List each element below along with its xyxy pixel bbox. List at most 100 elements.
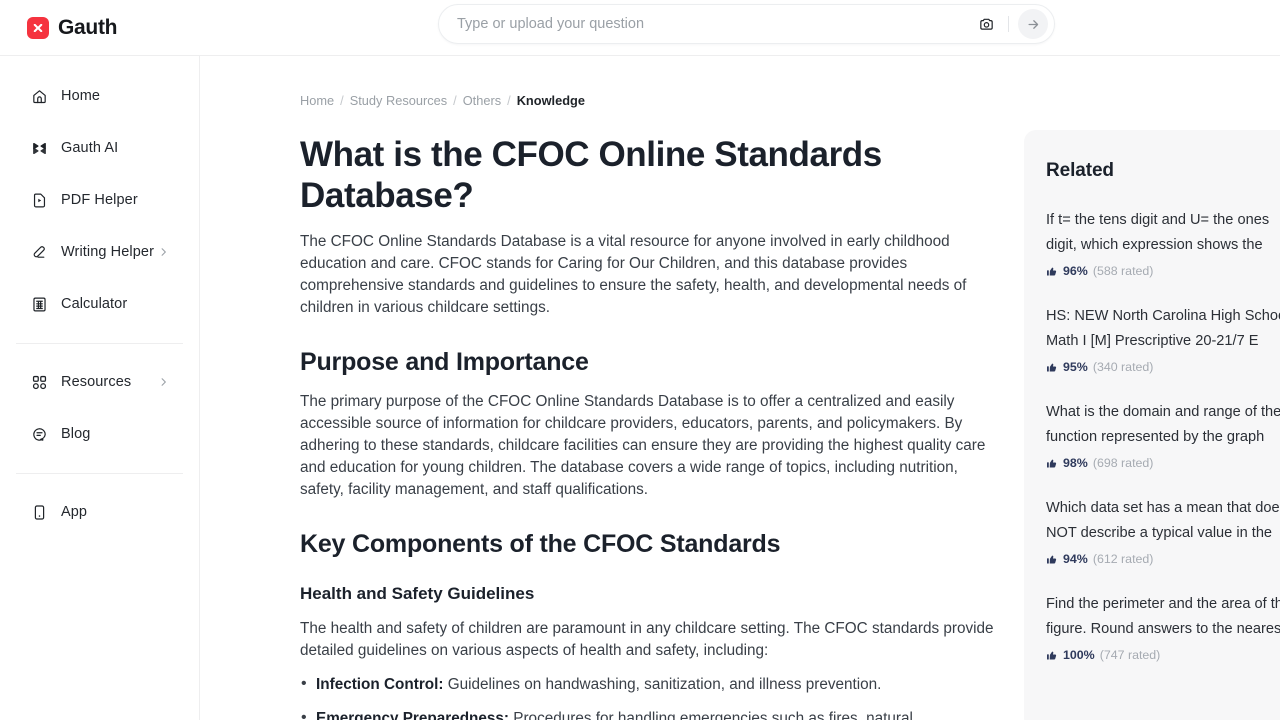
related-item-meta: 94% (612 rated) xyxy=(1046,552,1280,566)
related-item[interactable]: HS: NEW North Carolina High School Math … xyxy=(1046,304,1280,374)
top-header: Gauth xyxy=(0,0,1280,56)
related-item[interactable]: What is the domain and range of the func… xyxy=(1046,400,1280,470)
chevron-right-icon[interactable] xyxy=(158,377,169,388)
camera-icon[interactable] xyxy=(973,11,999,37)
breadcrumb-separator: / xyxy=(453,93,457,108)
search-submit-button[interactable] xyxy=(1018,9,1048,39)
section-heading-key-components: Key Components of the CFOC Standards xyxy=(300,529,781,558)
list-item-term: Emergency Preparedness: xyxy=(316,709,510,720)
pencil-icon xyxy=(30,243,48,261)
related-item-meta: 95% (340 rated) xyxy=(1046,360,1280,374)
search-divider xyxy=(1008,16,1009,32)
main-content: Home / Study Resources / Others / Knowle… xyxy=(200,56,1280,720)
brand-name: Gauth xyxy=(58,15,118,39)
pdf-helper-icon xyxy=(30,191,48,209)
list-item: Infection Control: Guidelines on handwas… xyxy=(300,673,1000,696)
mobile-app-icon xyxy=(30,503,48,521)
related-panel: Related If t= the tens digit and U= the … xyxy=(1024,130,1280,720)
health-safety-bullet-list: Infection Control: Guidelines on handwas… xyxy=(300,673,1000,720)
breadcrumb-item-knowledge: Knowledge xyxy=(516,93,585,108)
section-paragraph-purpose: The primary purpose of the CFOC Online S… xyxy=(300,392,986,498)
blog-icon xyxy=(30,425,48,443)
sidebar-item-resources[interactable]: Resources xyxy=(16,368,183,396)
related-item-rated-count: (340 rated) xyxy=(1092,360,1154,374)
sidebar-item-blog[interactable]: Blog xyxy=(16,420,183,448)
sidebar-item-label: Home xyxy=(61,88,101,104)
article-intro-paragraph: The CFOC Online Standards Database is a … xyxy=(300,232,967,316)
brand-logo[interactable]: Gauth xyxy=(27,16,117,40)
thumbs-up-icon xyxy=(1046,457,1058,469)
grid-dots-icon xyxy=(30,373,48,391)
related-item[interactable]: Which data set has a mean that does NOT … xyxy=(1046,496,1280,566)
sidebar-item-label: PDF Helper xyxy=(61,192,138,208)
chevron-right-icon[interactable] xyxy=(158,247,169,258)
page-root: Gauth Type or upload your question Home … xyxy=(0,0,1280,720)
sidebar: Home Gauth AI PDF Helper Writing Helper … xyxy=(0,56,200,720)
sidebar-item-label: Blog xyxy=(61,426,91,442)
sidebar-divider xyxy=(16,343,183,344)
breadcrumb: Home / Study Resources / Others / Knowle… xyxy=(300,93,1000,108)
sidebar-item-pdf-helper[interactable]: PDF Helper xyxy=(16,186,183,214)
calculator-icon xyxy=(30,295,48,313)
sidebar-item-calculator[interactable]: Calculator xyxy=(16,290,183,318)
related-item-meta: 96% (588 rated) xyxy=(1046,264,1280,278)
sidebar-item-label: Writing Helper xyxy=(61,244,154,260)
sidebar-item-label: Resources xyxy=(61,374,132,390)
home-icon xyxy=(30,87,48,105)
search-box[interactable] xyxy=(438,4,1055,44)
sidebar-item-writing-helper[interactable]: Writing Helper xyxy=(16,238,183,266)
gauth-ai-icon xyxy=(30,139,48,157)
thumbs-up-icon xyxy=(1046,649,1058,661)
sidebar-item-label: Gauth AI xyxy=(61,140,119,156)
related-item-percent: 100% xyxy=(1063,648,1095,662)
related-item-question: If t= the tens digit and U= the ones dig… xyxy=(1046,212,1270,253)
related-item-question: Find the perimeter and the area of the f… xyxy=(1046,596,1280,637)
gauth-logo-icon xyxy=(27,16,49,39)
page-title: What is the CFOC Online Standards Databa… xyxy=(300,135,882,215)
section-heading-purpose: Purpose and Importance xyxy=(300,347,589,376)
sidebar-group-app: App xyxy=(0,498,199,526)
search-input[interactable] xyxy=(457,16,973,32)
related-item[interactable]: If t= the tens digit and U= the ones dig… xyxy=(1046,208,1280,278)
related-item-rated-count: (698 rated) xyxy=(1092,456,1154,470)
breadcrumb-separator: / xyxy=(507,93,511,108)
sidebar-item-label: Calculator xyxy=(61,296,128,312)
subsection-heading-health-safety: Health and Safety Guidelines xyxy=(300,583,535,603)
related-item-percent: 95% xyxy=(1063,360,1088,374)
related-item-meta: 98% (698 rated) xyxy=(1046,456,1280,470)
thumbs-up-icon xyxy=(1046,553,1058,565)
sidebar-group-main: Home Gauth AI PDF Helper Writing Helper … xyxy=(0,82,199,318)
breadcrumb-item-home[interactable]: Home xyxy=(300,93,334,108)
related-item-question: HS: NEW North Carolina High School Math … xyxy=(1046,308,1280,349)
thumbs-up-icon xyxy=(1046,265,1058,277)
search-container xyxy=(438,4,1055,44)
related-item[interactable]: Find the perimeter and the area of the f… xyxy=(1046,592,1280,662)
related-item-percent: 98% xyxy=(1063,456,1088,470)
subsection-paragraph-health-safety: The health and safety of children are pa… xyxy=(300,619,994,659)
related-item-rated-count: (588 rated) xyxy=(1092,264,1154,278)
sidebar-divider xyxy=(16,473,183,474)
sidebar-item-gauth-ai[interactable]: Gauth AI xyxy=(16,134,183,162)
sidebar-item-home[interactable]: Home xyxy=(16,82,183,110)
sidebar-group-secondary: Resources Blog xyxy=(0,368,199,448)
related-item-rated-count: (612 rated) xyxy=(1092,552,1154,566)
list-item-term: Infection Control: xyxy=(316,675,444,693)
related-item-question: Which data set has a mean that does NOT … xyxy=(1046,500,1280,541)
breadcrumb-item-study-resources[interactable]: Study Resources xyxy=(350,93,447,108)
list-item-text: Procedures for handling emergencies such… xyxy=(509,709,913,720)
article-column: Home / Study Resources / Others / Knowle… xyxy=(300,56,1000,720)
breadcrumb-item-others[interactable]: Others xyxy=(463,93,501,108)
thumbs-up-icon xyxy=(1046,361,1058,373)
list-item-text: Guidelines on handwashing, sanitization,… xyxy=(443,675,882,693)
sidebar-item-label: App xyxy=(61,504,88,520)
sidebar-item-app[interactable]: App xyxy=(16,498,183,526)
related-item-meta: 100% (747 rated) xyxy=(1046,648,1280,662)
related-panel-title: Related xyxy=(1046,160,1114,181)
list-item: Emergency Preparedness: Procedures for h… xyxy=(300,707,1000,720)
related-item-rated-count: (747 rated) xyxy=(1099,648,1161,662)
